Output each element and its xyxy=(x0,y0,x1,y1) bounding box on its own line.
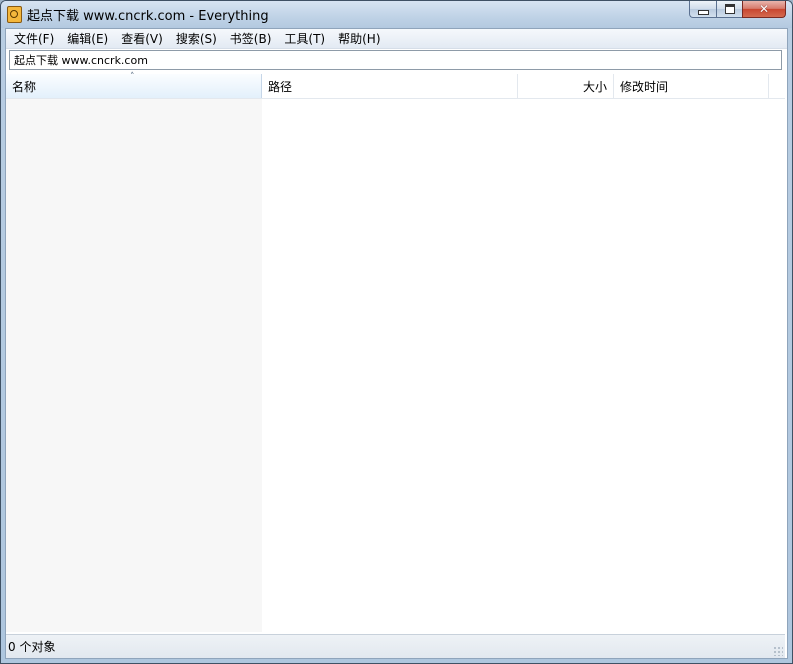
search-input[interactable] xyxy=(10,51,781,69)
menu-edit[interactable]: 编辑(E) xyxy=(61,30,115,48)
maximize-icon xyxy=(724,4,735,14)
column-header-size-label: 大小 xyxy=(582,80,607,94)
window-title: 起点下载 www.cncrk.com - Everything xyxy=(27,9,269,24)
everything-app-icon[interactable] xyxy=(7,6,22,23)
client-area: 文件(F) 编辑(E) 查看(V) 搜索(S) 书签(B) 工具(T) 帮助(H… xyxy=(5,28,788,659)
app-window: 起点下载 www.cncrk.com - Everything ✕ 文件(F) … xyxy=(0,0,793,664)
column-header: ˄ 名称 路径 大小 修改时间 xyxy=(6,72,785,99)
menu-file[interactable]: 文件(F) xyxy=(8,30,61,48)
status-text: 0 个对象 xyxy=(8,640,56,654)
minimize-icon xyxy=(697,9,709,15)
minimize-button[interactable] xyxy=(689,1,716,18)
column-header-name[interactable]: ˄ 名称 xyxy=(6,72,262,98)
results-name-column xyxy=(6,99,262,632)
column-header-name-label: 名称 xyxy=(12,80,37,94)
search-box xyxy=(9,50,782,70)
menu-view[interactable]: 查看(V) xyxy=(115,30,170,48)
menu-help[interactable]: 帮助(H) xyxy=(332,30,387,48)
menu-bookmarks[interactable]: 书签(B) xyxy=(224,30,279,48)
resize-grip-icon[interactable] xyxy=(773,646,783,656)
results-list[interactable] xyxy=(6,99,785,632)
maximize-button[interactable] xyxy=(716,1,742,18)
sort-ascending-icon: ˄ xyxy=(130,72,135,82)
column-header-modified-label: 修改时间 xyxy=(620,80,669,94)
menu-search[interactable]: 搜索(S) xyxy=(170,30,224,48)
column-header-modified[interactable]: 修改时间 xyxy=(614,74,769,98)
title-bar[interactable]: 起点下载 www.cncrk.com - Everything ✕ xyxy=(1,1,792,28)
column-header-filler xyxy=(769,74,785,98)
status-bar: 0 个对象 xyxy=(6,634,785,658)
menu-tools[interactable]: 工具(T) xyxy=(278,30,332,48)
column-header-path-label: 路径 xyxy=(268,80,293,94)
caption-buttons: ✕ xyxy=(689,1,786,19)
column-header-path[interactable]: 路径 xyxy=(262,74,518,98)
menu-bar: 文件(F) 编辑(E) 查看(V) 搜索(S) 书签(B) 工具(T) 帮助(H… xyxy=(6,29,787,49)
column-header-size[interactable]: 大小 xyxy=(518,74,614,98)
close-icon: ✕ xyxy=(758,2,770,16)
close-button[interactable]: ✕ xyxy=(742,1,786,18)
